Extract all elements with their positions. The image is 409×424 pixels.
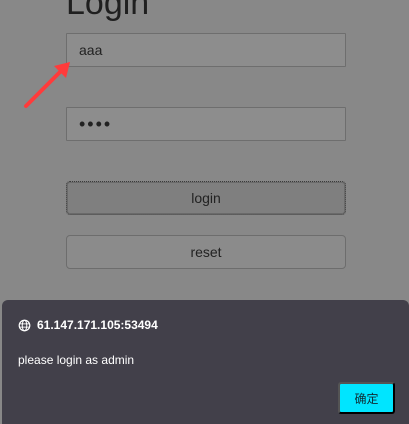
- reset-button[interactable]: reset: [66, 235, 346, 269]
- dialog-origin: 61.147.171.105:53494: [18, 318, 158, 332]
- confirm-button[interactable]: 确定: [338, 382, 395, 414]
- alert-dialog: 61.147.171.105:53494 please login as adm…: [2, 300, 409, 424]
- password-input[interactable]: [66, 107, 346, 141]
- login-button[interactable]: login: [66, 181, 346, 215]
- dialog-origin-text: 61.147.171.105:53494: [37, 318, 158, 332]
- dialog-message: please login as admin: [18, 353, 135, 367]
- globe-icon: [18, 319, 31, 332]
- page-title: Login: [66, 0, 150, 22]
- username-input[interactable]: [66, 33, 346, 67]
